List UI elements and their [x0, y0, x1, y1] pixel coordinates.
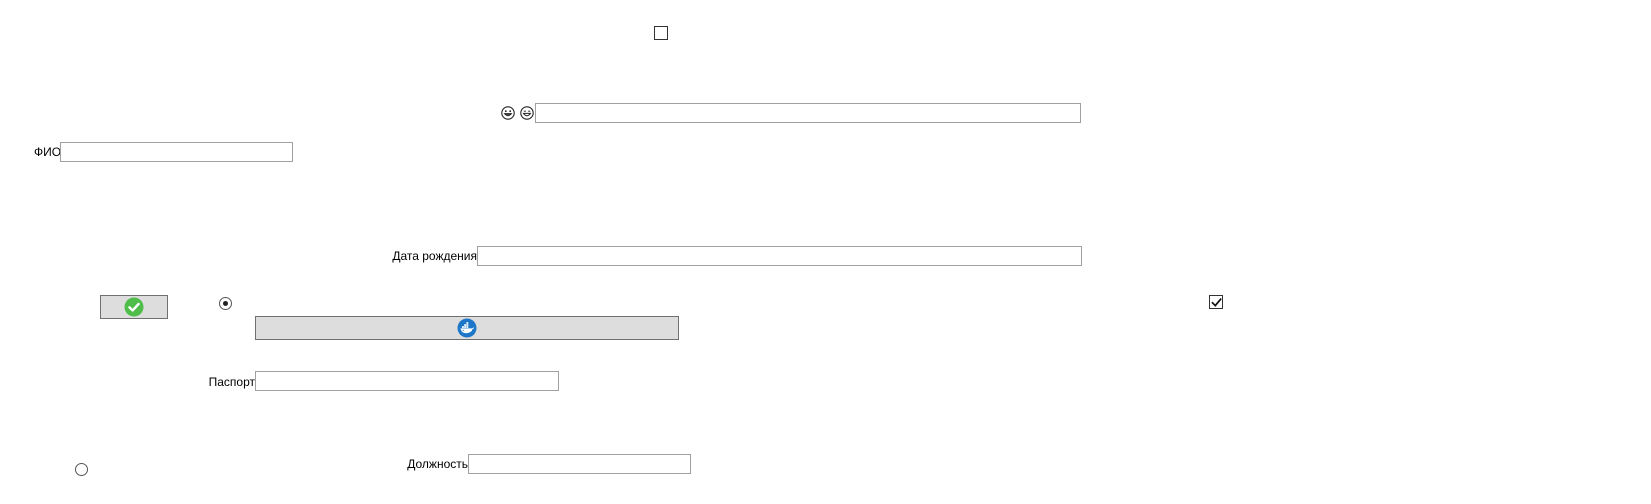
docker-button[interactable] [255, 316, 679, 340]
radio-option-upper[interactable] [219, 297, 232, 310]
position-label: Должность [407, 457, 468, 471]
radio-selected-dot [223, 301, 228, 306]
birth-date-label: Дата рождения [392, 249, 477, 263]
position-field[interactable] [468, 454, 691, 474]
docker-whale-icon [457, 318, 477, 338]
passport-label: Паспорт [208, 375, 255, 389]
right-checkbox[interactable] [1209, 295, 1223, 309]
birth-date-field[interactable] [477, 246, 1082, 266]
fio-label: ФИО [34, 145, 62, 159]
passport-field[interactable] [255, 371, 559, 391]
check-circle-icon [124, 297, 144, 317]
top-text-field[interactable] [535, 103, 1081, 123]
top-checkbox[interactable] [654, 26, 668, 40]
checkmark-icon [1210, 297, 1222, 307]
fio-field[interactable] [60, 142, 293, 162]
confirm-button[interactable] [100, 295, 168, 319]
smiling-face-icon [520, 106, 534, 120]
grinning-face-icon [501, 106, 515, 120]
radio-option-lower[interactable] [75, 463, 88, 476]
